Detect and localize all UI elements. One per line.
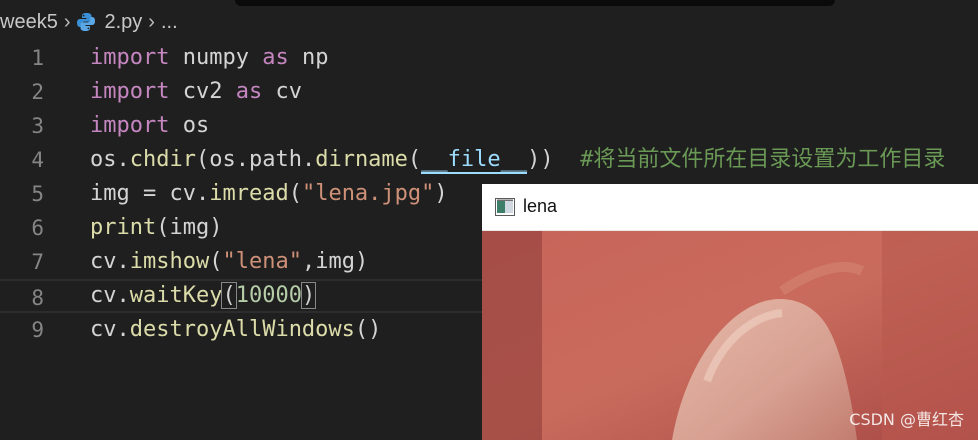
code-plain: cv.: [90, 283, 130, 308]
bracket-match: (: [221, 282, 237, 309]
chevron-right-icon: ›: [63, 10, 71, 33]
string-literal: "lena": [222, 249, 302, 274]
window-title: lena: [523, 196, 558, 216]
module-name: os: [169, 113, 210, 138]
code-text: os.chdir(os.path.dirname(__file__)) #将当前…: [90, 143, 945, 177]
module-name: numpy: [169, 45, 263, 70]
code-comment: #将当前文件所在目录设置为工作目录: [580, 147, 946, 172]
code-plain: img = cv.: [90, 181, 210, 206]
code-text: import cv2 as cv: [90, 75, 302, 109]
code-line[interactable]: 4 os.chdir(os.path.dirname(__file__)) #将…: [0, 143, 978, 177]
alias-name: cv: [262, 79, 302, 104]
line-number: 7: [31, 250, 44, 274]
code-plain: (os.path.: [195, 147, 316, 172]
function-name: print: [90, 215, 157, 240]
window-app-icon: [495, 198, 515, 216]
code-text: cv.destroyAllWindows(): [90, 313, 381, 347]
code-plain: (: [209, 249, 223, 274]
code-plain: (: [407, 147, 422, 172]
code-line[interactable]: 2 import cv2 as cv: [0, 75, 978, 109]
code-plain: os.: [90, 147, 130, 172]
breadcrumb: week5 › 2.py › ...: [0, 8, 178, 36]
window-title-bar[interactable]: lena: [482, 184, 978, 231]
line-number: 9: [31, 318, 44, 342]
line-number: 4: [31, 148, 44, 172]
function-name: dirname: [315, 147, 408, 172]
window-top-edge: [235, 0, 835, 6]
function-name: imshow: [129, 249, 210, 274]
line-number: 3: [31, 114, 44, 138]
bracket-match: ): [300, 282, 317, 309]
code-plain: )): [527, 147, 581, 172]
line-number: 8: [31, 286, 44, 310]
function-name: waitKey: [129, 283, 223, 308]
code-text: img = cv.imread("lena.jpg"): [90, 177, 448, 211]
code-plain: (): [354, 317, 382, 342]
python-file-icon: [77, 13, 96, 31]
keyword: as: [262, 45, 289, 70]
chevron-right-icon: ›: [148, 10, 155, 33]
function-name: imread: [209, 181, 289, 206]
string-literal: "lena.jpg": [301, 181, 435, 206]
breadcrumb-file[interactable]: 2.py: [104, 11, 142, 34]
image-window[interactable]: lena CSDN @曹红杏: [482, 184, 978, 440]
keyword: import: [90, 79, 170, 104]
watermark: CSDN @曹红杏: [849, 410, 964, 429]
line-number: 6: [31, 216, 44, 240]
breadcrumb-folder[interactable]: week5: [0, 11, 58, 34]
dunder-variable: __file__: [421, 147, 528, 174]
code-plain: cv.: [90, 317, 130, 342]
code-plain: ): [434, 181, 448, 206]
code-text: cv.imshow("lena",img): [90, 245, 368, 279]
code-plain: cv.: [90, 249, 130, 274]
code-text: cv.waitKey(10000): [90, 281, 317, 311]
keyword: import: [90, 45, 170, 70]
line-number: 1: [31, 46, 44, 70]
number-literal: 10000: [235, 283, 302, 308]
code-text: import numpy as np: [90, 41, 328, 75]
line-number: 2: [31, 80, 44, 104]
code-text: import os: [90, 109, 209, 143]
module-name: cv2: [169, 79, 236, 104]
keyword: import: [90, 113, 170, 138]
alias-name: np: [288, 45, 329, 70]
keyword: as: [235, 79, 263, 104]
code-line[interactable]: 1 import numpy as np: [0, 41, 978, 75]
code-plain: (img): [156, 215, 223, 240]
code-plain: ,img): [301, 249, 369, 274]
breadcrumb-more[interactable]: ...: [161, 11, 178, 34]
line-number: 5: [31, 182, 44, 206]
code-line[interactable]: 3 import os: [0, 109, 978, 143]
function-name: chdir: [129, 147, 196, 172]
code-text: print(img): [90, 211, 222, 245]
function-name: destroyAllWindows: [129, 317, 355, 342]
code-plain: (: [288, 181, 302, 206]
